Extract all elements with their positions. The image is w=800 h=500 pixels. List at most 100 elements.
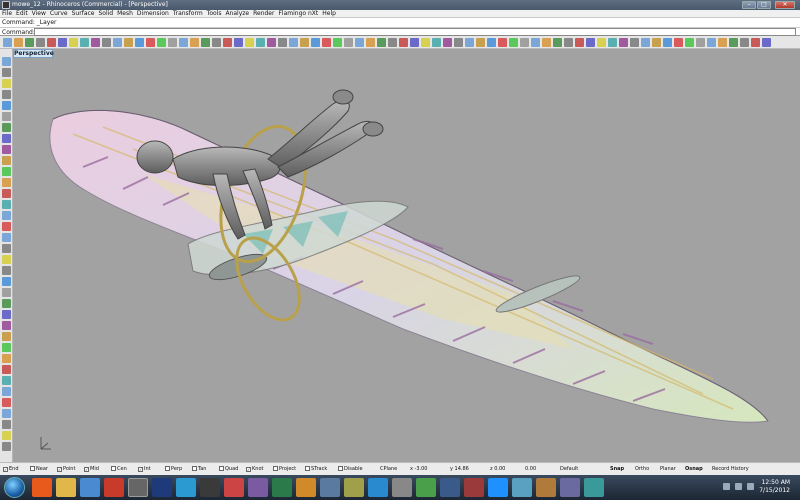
toolbar-icon-52[interactable] bbox=[564, 38, 573, 47]
rhino-task-icon[interactable] bbox=[128, 478, 148, 497]
toolbar-icon-64[interactable] bbox=[696, 38, 705, 47]
toolbar-icon-43[interactable] bbox=[465, 38, 474, 47]
app-task-icon-13[interactable] bbox=[344, 478, 364, 497]
osnap-checkbox[interactable] bbox=[273, 466, 278, 471]
osnap-checkbox[interactable]: ✓ bbox=[57, 467, 62, 472]
toolbar-icon-2[interactable] bbox=[14, 38, 23, 47]
sidebar-tool-icon-5[interactable] bbox=[2, 101, 11, 110]
sidebar-tool-icon-26[interactable] bbox=[2, 332, 11, 341]
sidebar-tool-icon-17[interactable] bbox=[2, 233, 11, 242]
app-task-icon-12[interactable] bbox=[320, 478, 340, 497]
app-task-icon-9[interactable] bbox=[248, 478, 268, 497]
sidebar-tool-icon-32[interactable] bbox=[2, 398, 11, 407]
osnap-cen[interactable]: Cen bbox=[111, 466, 127, 472]
toolbar-icon-27[interactable] bbox=[289, 38, 298, 47]
toolbar-icon-66[interactable] bbox=[718, 38, 727, 47]
toolbar-icon-11[interactable] bbox=[113, 38, 122, 47]
app-task-icon-18[interactable] bbox=[464, 478, 484, 497]
toolbar-icon-21[interactable] bbox=[223, 38, 232, 47]
menu-solid[interactable]: Solid bbox=[96, 10, 115, 18]
app-task-icon-21[interactable] bbox=[536, 478, 556, 497]
start-button[interactable] bbox=[4, 477, 25, 498]
menu-curve[interactable]: Curve bbox=[48, 10, 70, 18]
toolbar-icon-59[interactable] bbox=[641, 38, 650, 47]
sidebar-tool-icon-20[interactable] bbox=[2, 266, 11, 275]
app-task-icon-8[interactable] bbox=[224, 478, 244, 497]
osnap-project[interactable]: Project bbox=[273, 466, 296, 472]
sidebar-tool-icon-13[interactable] bbox=[2, 189, 11, 198]
toolbar-icon-63[interactable] bbox=[685, 38, 694, 47]
toolbar-icon-62[interactable] bbox=[674, 38, 683, 47]
sidebar-tool-icon-9[interactable] bbox=[2, 145, 11, 154]
sidebar-tool-icon-11[interactable] bbox=[2, 167, 11, 176]
toolbar-icon-54[interactable] bbox=[586, 38, 595, 47]
toolbar-icon-32[interactable] bbox=[344, 38, 353, 47]
menu-help[interactable]: Help bbox=[320, 10, 338, 18]
toolbar-icon-65[interactable] bbox=[707, 38, 716, 47]
status-toggle-record-history[interactable]: Record History bbox=[712, 466, 749, 472]
toolbar-icon-37[interactable] bbox=[399, 38, 408, 47]
toolbar-icon-15[interactable] bbox=[157, 38, 166, 47]
toolbar-icon-16[interactable] bbox=[168, 38, 177, 47]
toolbar-icon-5[interactable] bbox=[47, 38, 56, 47]
firefox-task-icon[interactable] bbox=[32, 478, 52, 497]
menu-surface[interactable]: Surface bbox=[70, 10, 97, 18]
toolbar-icon-55[interactable] bbox=[597, 38, 606, 47]
menu-view[interactable]: View bbox=[30, 10, 48, 18]
toolbar-icon-8[interactable] bbox=[80, 38, 89, 47]
toolbar-icon-44[interactable] bbox=[476, 38, 485, 47]
menu-edit[interactable]: Edit bbox=[14, 10, 30, 18]
osnap-tan[interactable]: Tan bbox=[192, 466, 206, 472]
toolbar-icon-7[interactable] bbox=[69, 38, 78, 47]
toolbar-icon-19[interactable] bbox=[201, 38, 210, 47]
app-task-icon-16[interactable] bbox=[416, 478, 436, 497]
toolbar-icon-6[interactable] bbox=[58, 38, 67, 47]
toolbar-icon-53[interactable] bbox=[575, 38, 584, 47]
osnap-quad[interactable]: Quad bbox=[219, 466, 238, 472]
toolbar-icon-40[interactable] bbox=[432, 38, 441, 47]
media-task-icon[interactable] bbox=[80, 478, 100, 497]
taskbar-clock[interactable]: 12:50 AM 7/15/2012 bbox=[759, 479, 790, 495]
toolbar-icon-12[interactable] bbox=[124, 38, 133, 47]
toolbar-icon-35[interactable] bbox=[377, 38, 386, 47]
sidebar-tool-icon-21[interactable] bbox=[2, 277, 11, 286]
toolbar-icon-22[interactable] bbox=[234, 38, 243, 47]
rhino-app-icon[interactable] bbox=[2, 1, 10, 9]
toolbar-icon-9[interactable] bbox=[91, 38, 100, 47]
minimize-button[interactable]: – bbox=[742, 1, 756, 9]
toolbar-icon-39[interactable] bbox=[421, 38, 430, 47]
sidebar-tool-icon-33[interactable] bbox=[2, 409, 11, 418]
menu-analyze[interactable]: Analyze bbox=[223, 10, 251, 18]
sidebar-tool-icon-8[interactable] bbox=[2, 134, 11, 143]
close-button[interactable]: ✕ bbox=[775, 1, 795, 9]
toolbar-icon-25[interactable] bbox=[267, 38, 276, 47]
osnap-checkbox[interactable] bbox=[338, 466, 343, 471]
sidebar-tool-icon-28[interactable] bbox=[2, 354, 11, 363]
osnap-checkbox[interactable] bbox=[111, 466, 116, 471]
explorer-task-icon[interactable] bbox=[56, 478, 76, 497]
toolbar-icon-24[interactable] bbox=[256, 38, 265, 47]
photoshop-task-icon[interactable] bbox=[152, 478, 172, 497]
app-task-icon-20[interactable] bbox=[512, 478, 532, 497]
osnap-perp[interactable]: Perp bbox=[165, 466, 182, 472]
toolbar-icon-67[interactable] bbox=[729, 38, 738, 47]
sidebar-tool-icon-18[interactable] bbox=[2, 244, 11, 253]
sidebar-tool-icon-6[interactable] bbox=[2, 112, 11, 121]
osnap-knot[interactable]: ✓ Knot bbox=[246, 466, 263, 472]
osnap-checkbox[interactable] bbox=[165, 466, 170, 471]
status-toggle-osnap[interactable]: Osnap bbox=[685, 466, 703, 472]
sidebar-tool-icon-27[interactable] bbox=[2, 343, 11, 352]
osnap-end[interactable]: ✓ End bbox=[3, 466, 19, 472]
toolbar-icon-68[interactable] bbox=[740, 38, 749, 47]
command-input[interactable] bbox=[34, 28, 796, 36]
model-scene[interactable] bbox=[13, 49, 800, 462]
sidebar-tool-icon-12[interactable] bbox=[2, 178, 11, 187]
osnap-checkbox[interactable]: ✓ bbox=[84, 467, 89, 472]
osnap-disable[interactable]: Disable bbox=[338, 466, 363, 472]
toolbar-icon-18[interactable] bbox=[190, 38, 199, 47]
toolbar-icon-29[interactable] bbox=[311, 38, 320, 47]
skype-task-icon[interactable] bbox=[488, 478, 508, 497]
osnap-checkbox[interactable] bbox=[305, 466, 310, 471]
tray-icon-flag[interactable] bbox=[747, 483, 754, 490]
toolbar-icon-45[interactable] bbox=[487, 38, 496, 47]
